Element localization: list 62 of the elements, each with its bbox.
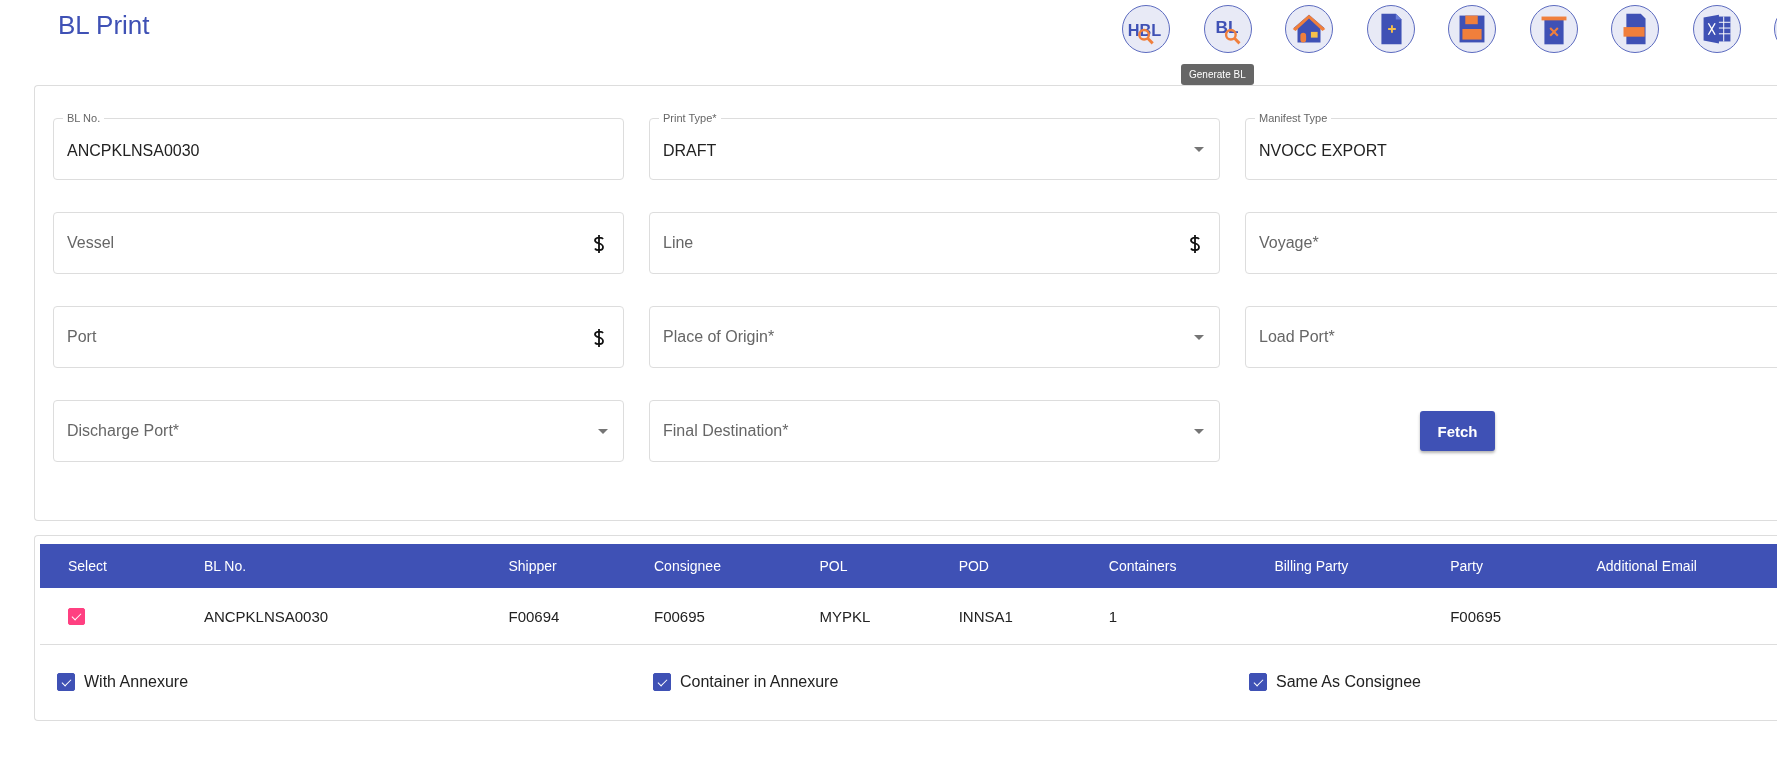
- input-field[interactable]: Line: [649, 212, 1220, 274]
- table-cell: F00694: [508, 607, 560, 625]
- column-header: POL: [819, 558, 848, 574]
- field-label: BL No.: [63, 112, 105, 125]
- table-cell: MYPKL: [819, 607, 871, 625]
- column-header: Select: [68, 558, 107, 574]
- field-label: Manifest Type: [1255, 112, 1332, 125]
- field-placeholder: Line: [663, 234, 694, 252]
- field-placeholder: Load Port*: [1259, 328, 1335, 346]
- dropdown-caret-icon[interactable]: [1194, 335, 1204, 340]
- dropdown-caret-icon[interactable]: [1194, 429, 1204, 434]
- column-header: Party: [1450, 558, 1483, 574]
- field-placeholder: Voyage*: [1259, 234, 1319, 252]
- house-icon[interactable]: [1285, 5, 1333, 53]
- dollar-icon[interactable]: [593, 234, 605, 254]
- tooltip: Generate BL: [1181, 64, 1254, 85]
- checkbox-label: Container in Annexure: [680, 673, 839, 691]
- field-value: NVOCC EXPORT: [1259, 141, 1387, 160]
- dropdown-caret-icon[interactable]: [598, 429, 608, 434]
- table-cell: ANCPKLNSA0030: [203, 607, 329, 625]
- column-header: BL No.: [203, 558, 247, 574]
- column-header: Additional Email: [1596, 558, 1697, 574]
- input-field[interactable]: Place of Origin*: [649, 306, 1220, 368]
- checkbox[interactable]: [57, 673, 75, 691]
- fetch-button[interactable]: Fetch: [1420, 411, 1495, 451]
- dollar-icon[interactable]: [593, 328, 605, 348]
- checkbox[interactable]: [1249, 673, 1267, 691]
- input-field[interactable]: Discharge Port*: [53, 400, 624, 462]
- table-cell: F00695: [654, 607, 705, 625]
- dropdown-caret-icon[interactable]: [1194, 147, 1204, 152]
- row-checkbox[interactable]: [68, 608, 85, 626]
- field-value: DRAFT: [663, 141, 717, 160]
- field-placeholder: Vessel: [67, 234, 115, 252]
- page-title: BL Print: [58, 10, 150, 42]
- column-header: Billing Party: [1274, 558, 1349, 574]
- field-placeholder: Final Destination*: [663, 422, 789, 440]
- checkbox[interactable]: [653, 673, 671, 691]
- new-document-icon[interactable]: [1366, 5, 1415, 53]
- field-placeholder: Discharge Port*: [67, 422, 180, 440]
- table-cell: 1: [1108, 607, 1118, 625]
- input-field[interactable]: Voyage*: [1245, 212, 1777, 274]
- field-value: ANCPKLNSA0030: [67, 141, 200, 160]
- floppy-disk-icon[interactable]: [1448, 5, 1496, 53]
- input-field[interactable]: Port: [53, 306, 624, 368]
- checkbox-label: With Annexure: [84, 673, 189, 691]
- column-header: POD: [958, 558, 989, 574]
- table-cell: F00695: [1450, 607, 1502, 625]
- input-field[interactable]: Vessel: [53, 212, 624, 274]
- checkbox-label: Same As Consignee: [1276, 673, 1421, 691]
- field-label: Print Type*: [659, 112, 721, 125]
- table-cell: INNSA1: [958, 607, 1013, 625]
- column-header: Consignee: [654, 558, 721, 574]
- dollar-icon[interactable]: [1189, 234, 1201, 254]
- field-placeholder: Port: [67, 328, 97, 346]
- trash-bin-icon[interactable]: [1529, 5, 1578, 53]
- pdf-file-icon[interactable]: [1611, 5, 1659, 53]
- column-header: Containers: [1108, 558, 1177, 574]
- field-placeholder: Place of Origin*: [663, 328, 775, 346]
- spreadsheet-icon[interactable]: [1692, 5, 1741, 53]
- column-header: Shipper: [508, 558, 557, 574]
- input-field[interactable]: Load Port*: [1245, 306, 1777, 368]
- input-field[interactable]: Final Destination*: [649, 400, 1220, 462]
